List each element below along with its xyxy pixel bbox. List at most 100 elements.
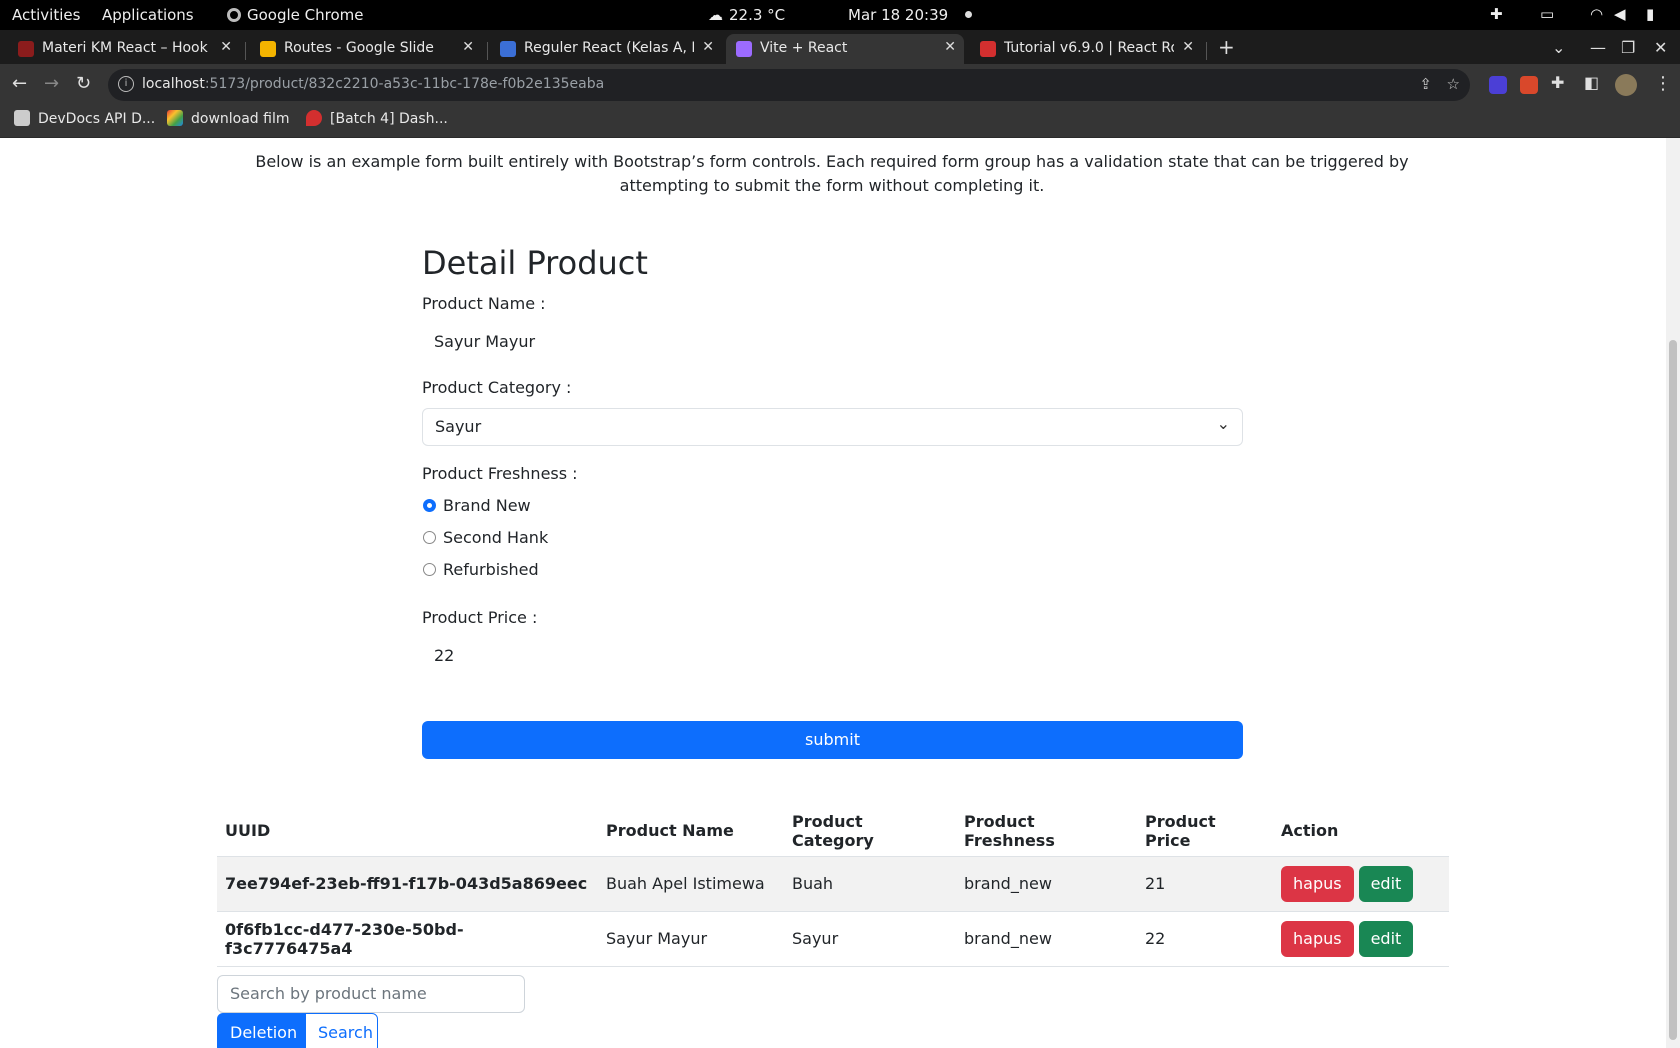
edit-button[interactable]: edit <box>1358 865 1414 902</box>
submit-button[interactable]: submit <box>422 721 1243 759</box>
close-icon[interactable]: ✕ <box>462 39 474 55</box>
extension-icon[interactable] <box>1520 76 1538 94</box>
radio-unchecked-icon[interactable] <box>423 531 436 544</box>
cell-product-freshness: brand_new <box>956 911 1137 967</box>
notification-dot-icon <box>965 11 972 18</box>
cell-product-price: 21 <box>1137 856 1273 912</box>
radio-label: Brand New <box>443 496 531 515</box>
new-tab-plus-icon[interactable]: + <box>1218 35 1235 59</box>
cell-product-name: Buah Apel Istimewa <box>598 856 784 912</box>
site-info-icon[interactable]: i <box>118 76 134 92</box>
clipboard-icon[interactable]: ▭ <box>1540 5 1554 23</box>
radio-label: Second Hank <box>443 528 549 547</box>
bookmark-devdocs[interactable]: DevDocs API D... <box>14 110 155 127</box>
browser-toolbar: ← → ↻ i localhost:5173/product/832c2210-… <box>0 64 1680 106</box>
product-price-label: Product Price : <box>422 608 538 627</box>
restore-icon[interactable]: ❐ <box>1621 38 1635 57</box>
product-name-field[interactable]: Sayur Mayur <box>434 332 535 351</box>
column-header: Action <box>1273 806 1449 857</box>
tab-reguler-react[interactable]: Reguler React (Kelas A, B, C ✕ <box>490 34 722 64</box>
bookmark-label: [Batch 4] Dash... <box>330 111 448 127</box>
table-row: 0f6fb1cc-d477-230e-50bd-f3c7776475a4 Say… <box>217 911 1449 967</box>
chrome-icon <box>227 8 241 22</box>
lead-paragraph: Below is an example form built entirely … <box>255 152 1409 195</box>
search-placeholder: Search by product name <box>230 984 427 1003</box>
delete-button[interactable]: hapus <box>1281 865 1354 902</box>
bookmark-star-icon[interactable]: ☆ <box>1447 75 1460 93</box>
bookmark-download-film[interactable]: download film <box>167 110 290 127</box>
product-category-select[interactable]: Sayur ⌄ <box>422 408 1243 446</box>
tab-vite-react[interactable]: Vite + React ✕ <box>726 34 964 64</box>
activities-button[interactable]: Activities <box>12 6 80 24</box>
window-close-icon[interactable]: ✕ <box>1654 38 1667 57</box>
close-icon[interactable]: ✕ <box>220 39 232 55</box>
edit-button[interactable]: edit <box>1358 920 1414 957</box>
tab-title: Reguler React (Kelas A, B, C <box>524 40 694 56</box>
radio-checked-icon[interactable] <box>423 499 436 512</box>
close-icon[interactable]: ✕ <box>944 39 956 55</box>
minimize-icon[interactable]: — <box>1590 38 1606 57</box>
product-price-field[interactable]: 22 <box>434 646 454 665</box>
cell-product-name: Sayur Mayur <box>598 911 784 967</box>
extension-icon[interactable] <box>1489 76 1507 94</box>
cell-product-price: 22 <box>1137 911 1273 967</box>
url-text[interactable]: localhost:5173/product/832c2210-a53c-11b… <box>142 76 604 92</box>
kebab-menu-icon[interactable]: ⋮ <box>1654 73 1672 94</box>
delete-button[interactable]: hapus <box>1281 920 1354 957</box>
close-icon[interactable]: ✕ <box>702 39 714 55</box>
tab-favicon <box>18 41 34 57</box>
battery-icon[interactable]: ▮ <box>1646 5 1654 23</box>
chrome-app-indicator[interactable]: Google Chrome <box>227 6 364 24</box>
react-router-icon <box>980 41 996 57</box>
product-category-label: Product Category : <box>422 378 572 397</box>
tab-react-router-tutorial[interactable]: Tutorial v6.9.0 | React Rou ✕ <box>970 34 1202 64</box>
deletion-button[interactable]: Deletion <box>217 1013 305 1048</box>
system-top-bar: Activities Applications Google Chrome ☁ 2… <box>0 0 1680 30</box>
radio-label: Refurbished <box>443 560 539 579</box>
clock[interactable]: Mar 18 20:39 <box>848 6 948 24</box>
volume-icon[interactable]: ◀ <box>1614 5 1626 23</box>
tab-search-chevron-down-icon[interactable]: ⌄ <box>1552 38 1565 57</box>
product-name-label: Product Name : <box>422 294 546 313</box>
avatar[interactable] <box>1615 74 1637 96</box>
applications-menu[interactable]: Applications <box>102 6 194 24</box>
reload-icon[interactable]: ↻ <box>76 73 91 94</box>
products-table: UUID Product Name Product Category Produ… <box>217 806 1449 967</box>
address-bar[interactable]: i localhost:5173/product/832c2210-a53c-1… <box>108 69 1470 101</box>
forward-arrow-icon[interactable]: → <box>44 73 59 94</box>
tab-materi-km-react[interactable]: Materi KM React – Hook R ✕ <box>8 34 240 64</box>
table-header-row: UUID Product Name Product Category Produ… <box>217 806 1449 857</box>
tab-routes-google-slide[interactable]: Routes - Google Slide ✕ <box>250 34 482 64</box>
weather-indicator[interactable]: ☁ 22.3 °C <box>708 6 785 24</box>
tab-favicon <box>500 41 516 57</box>
column-header: Product Name <box>598 806 784 857</box>
share-icon[interactable]: ⇪ <box>1419 75 1432 93</box>
selected-category: Sayur <box>435 417 482 436</box>
tab-favicon <box>260 41 276 57</box>
radio-unchecked-icon[interactable] <box>423 563 436 576</box>
extensions-puzzle-icon[interactable]: ✚ <box>1551 73 1564 92</box>
pin-icon <box>306 110 322 126</box>
column-header: Product Category <box>784 806 956 857</box>
bookmark-batch4-dash[interactable]: [Batch 4] Dash... <box>306 110 448 127</box>
cloud-icon: ☁ <box>708 6 723 24</box>
search-button[interactable]: Search <box>305 1013 378 1048</box>
table-row: 7ee794ef-23eb-ff91-f17b-043d5a869eec Bua… <box>217 856 1449 912</box>
devdocs-icon <box>14 110 30 126</box>
wifi-icon[interactable]: ◠ <box>1590 5 1603 23</box>
search-input[interactable]: Search by product name <box>217 975 525 1013</box>
cell-product-freshness: brand_new <box>956 856 1137 912</box>
puzzle-icon[interactable]: ✚ <box>1490 5 1503 23</box>
url-path: :5173/product/832c2210-a53c-11bc-178e-f0… <box>204 76 605 92</box>
back-arrow-icon[interactable]: ← <box>12 73 27 94</box>
weather-temp: 22.3 °C <box>729 6 786 24</box>
scrollbar-thumb[interactable] <box>1669 340 1677 1040</box>
tab-title: Routes - Google Slide <box>284 40 434 56</box>
side-panel-icon[interactable]: ◧ <box>1584 73 1599 92</box>
bookmark-label: download film <box>191 111 290 127</box>
cell-product-category: Sayur <box>784 911 956 967</box>
cell-actions: hapus edit <box>1273 911 1449 967</box>
vite-icon <box>736 41 752 57</box>
bookmark-label: DevDocs API D... <box>38 111 156 127</box>
close-icon[interactable]: ✕ <box>1182 39 1194 55</box>
